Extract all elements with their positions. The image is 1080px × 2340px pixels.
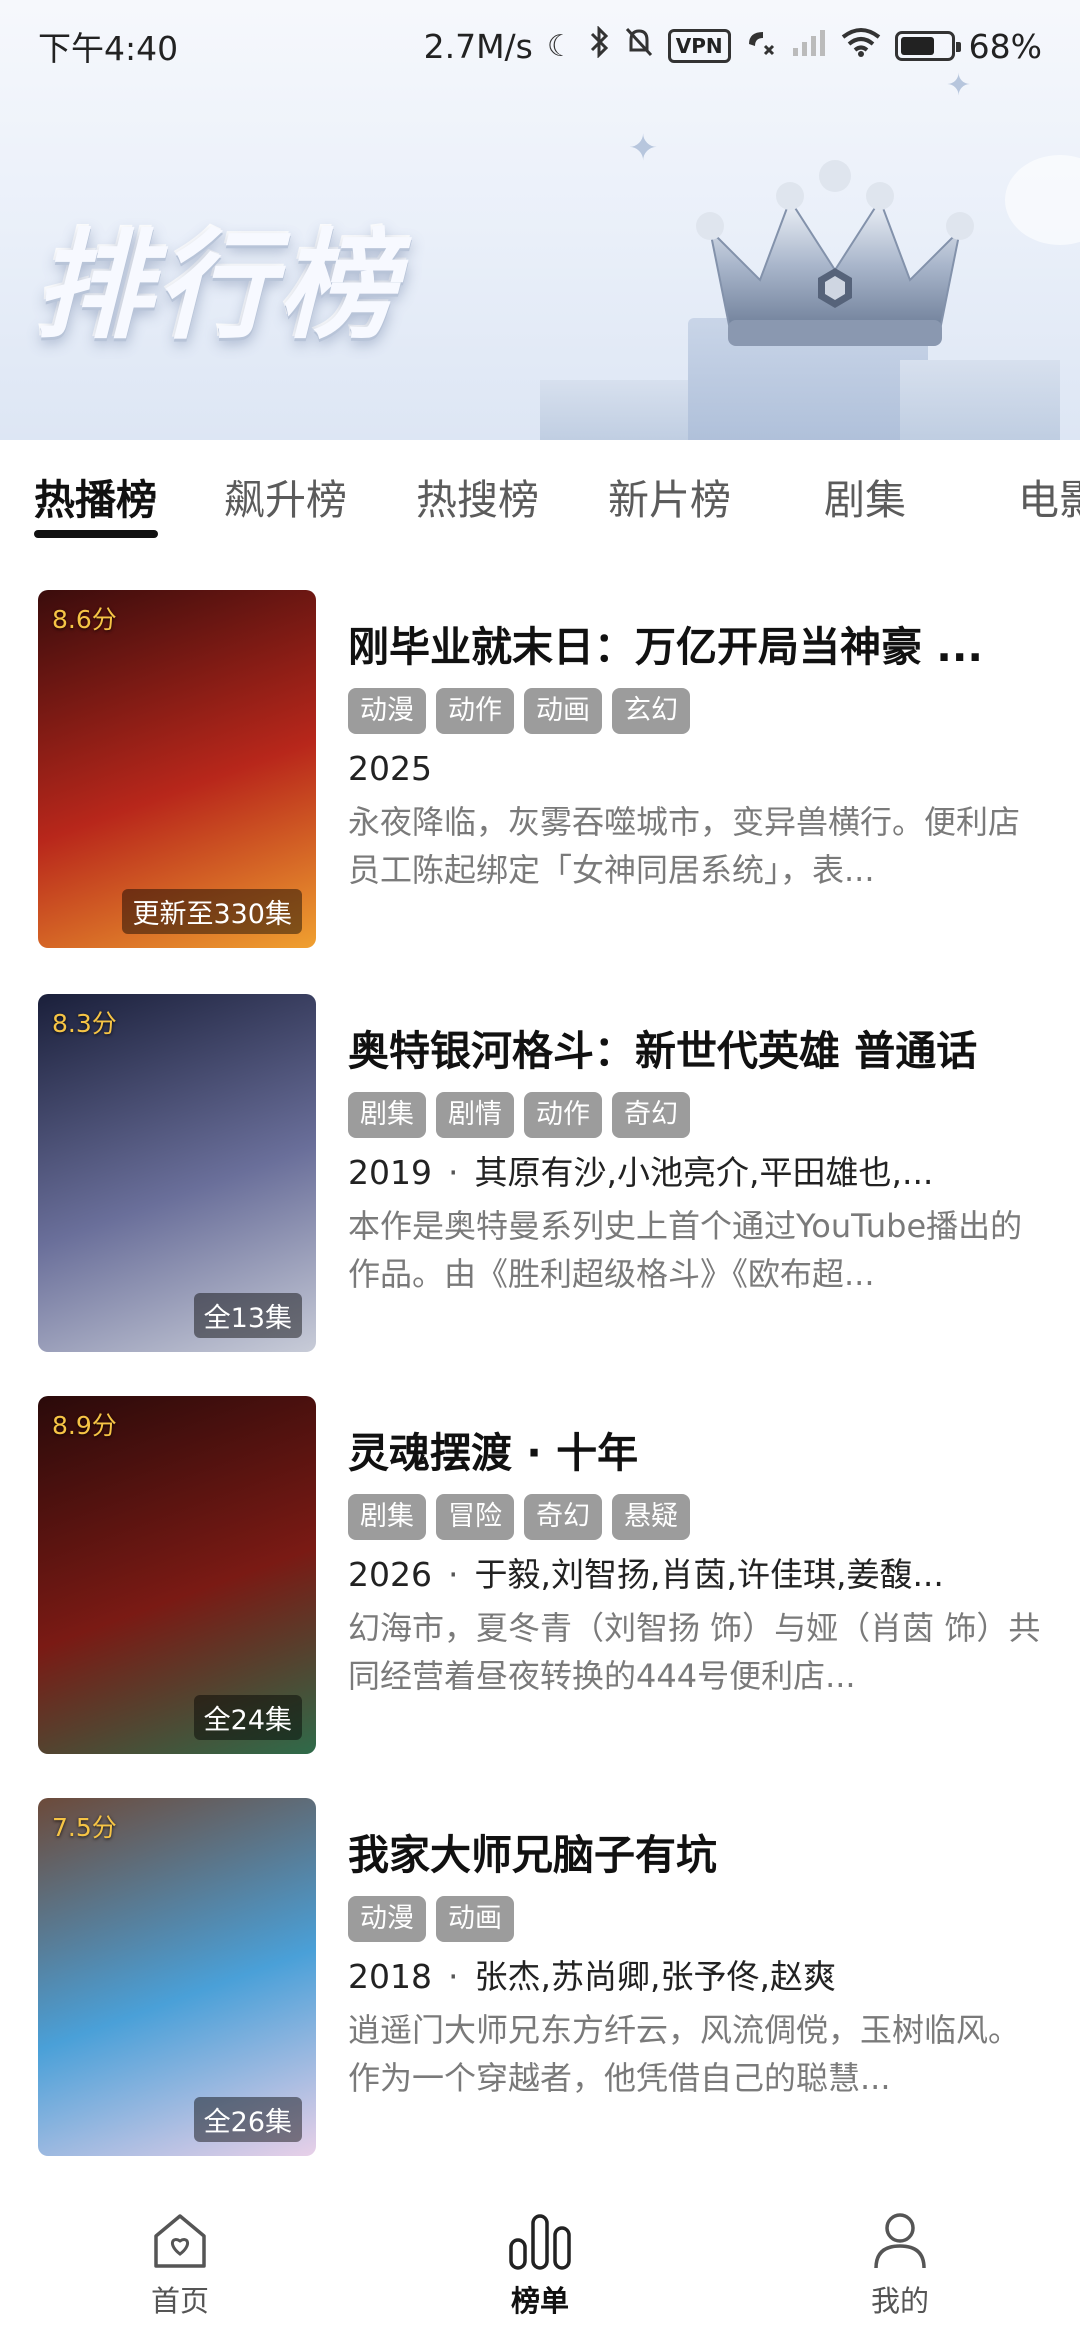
item-description: 幻海市，夏冬青（刘智扬 饰）与娅（肖茵 饰）共同经营着昼夜转换的444号便利店.… [348, 1609, 1041, 1695]
genre-tag: 剧情 [436, 1092, 514, 1138]
tag-list: 剧集 冒险 奇幻 悬疑 [348, 1494, 1048, 1540]
pedestal [900, 360, 1060, 440]
list-item[interactable]: 8.6分 更新至330集 刚毕业就末日：万亿开局当神豪 ... 动漫 动作 动画… [0, 590, 1080, 950]
genre-tag: 冒险 [436, 1494, 514, 1540]
genre-tag: 奇幻 [524, 1494, 602, 1540]
crown-icon [696, 160, 974, 346]
bottom-navigation: 首页 榜单 我的 [0, 2180, 1080, 2340]
nav-home[interactable]: 首页 [0, 2180, 360, 2340]
episode-badge: 更新至330集 [122, 889, 302, 934]
nav-profile-label: 我的 [870, 2284, 929, 2318]
list-item[interactable]: 8.3分 全13集 奥特银河格斗：新世代英雄 普通话 剧集 剧情 动作 奇幻 2… [0, 994, 1080, 1354]
episode-badge: 全13集 [193, 1293, 302, 1338]
moon-icon: ☾ [546, 28, 574, 64]
screen: ✦ ✦ 排行榜 下午4:40 2.7M/s ☾ VPN 68% 热播榜 飙升榜 … [0, 0, 1080, 2340]
poster-image[interactable]: 8.9分 全24集 [38, 1396, 316, 1754]
item-title[interactable]: 灵魂摆渡 · 十年 [348, 1424, 1048, 1482]
chart-bars-icon [509, 2214, 571, 2270]
home-icon [154, 2214, 206, 2268]
item-description: 逍遥门大师兄东方纤云，风流倜傥，玉树临风。作为一个穿越者，他凭借自己的聪慧... [348, 2011, 1021, 2097]
separator-dot: · [447, 1153, 459, 1192]
genre-tag: 剧集 [348, 1494, 426, 1540]
status-time: 下午4:40 [38, 29, 179, 68]
genre-tag: 动画 [436, 1896, 514, 1942]
item-meta: 2025 [348, 746, 1048, 792]
item-title[interactable]: 我家大师兄脑子有坑 [348, 1826, 1048, 1884]
list-item[interactable]: 7.5分 全26集 我家大师兄脑子有坑 动漫 动画 2018 · 张杰,苏尚卿,张予… [0, 1798, 1080, 2158]
rating-badge: 8.9分 [52, 1411, 117, 1440]
item-description: 永夜降临，灰雾吞噬城市，变异兽横行。便利店员工陈起绑定「女神同居系统」，表... [348, 803, 1021, 889]
genre-tag: 奇幻 [612, 1092, 690, 1138]
item-cast: 于毅,刘智扬,肖茵,许佳琪,姜馥... [474, 1555, 944, 1594]
ranking-banner: ✦ ✦ 排行榜 下午4:40 2.7M/s ☾ VPN 68% [0, 0, 1080, 440]
poster-image[interactable]: 8.3分 全13集 [38, 994, 316, 1352]
wifi-icon [841, 27, 881, 65]
tab-new-release[interactable]: 新片榜 [608, 466, 731, 526]
bluetooth-icon [588, 25, 610, 66]
item-title[interactable]: 刚毕业就末日：万亿开局当神豪 ... [348, 618, 1048, 676]
genre-tag: 动画 [524, 688, 602, 734]
rating-badge: 8.6分 [52, 605, 117, 634]
rating-badge: 8.3分 [52, 1009, 117, 1038]
tag-list: 动漫 动作 动画 玄幻 [348, 688, 1048, 734]
pedestal [540, 380, 700, 440]
tab-movie[interactable]: 电影 [1018, 466, 1080, 526]
tab-rising[interactable]: 飙升榜 [224, 466, 347, 526]
status-bar: 下午4:40 2.7M/s ☾ VPN 68% [0, 0, 1080, 92]
genre-tag: 剧集 [348, 1092, 426, 1138]
separator-dot: · [447, 1957, 459, 1996]
genre-tag: 悬疑 [612, 1494, 690, 1540]
tag-list: 剧集 剧情 动作 奇幻 [348, 1092, 1048, 1138]
item-year: 2026 [348, 1555, 432, 1594]
item-meta: 2018 · 张杰,苏尚卿,张予佟,赵爽 [348, 1954, 1048, 2000]
genre-tag: 动漫 [348, 688, 426, 734]
sparkle-icon: ✦ [628, 128, 659, 169]
call-icon [745, 26, 777, 66]
tab-hot-search[interactable]: 热搜榜 [416, 466, 539, 526]
tab-series[interactable]: 剧集 [824, 466, 906, 526]
ranking-tabs: 热播榜 飙升榜 热搜榜 新片榜 剧集 电影 [0, 440, 1080, 550]
item-year: 2019 [348, 1153, 432, 1192]
nav-home-label: 首页 [150, 2284, 209, 2318]
genre-tag: 玄幻 [612, 688, 690, 734]
person-icon [874, 2213, 926, 2269]
item-year: 2018 [348, 1957, 432, 1996]
item-cast: 其原有沙,小池亮介,平田雄也,... [474, 1153, 934, 1192]
network-speed: 2.7M/s [423, 26, 533, 66]
item-year: 2025 [348, 749, 432, 788]
decor-bubble [1005, 155, 1080, 245]
battery-icon [894, 31, 961, 61]
nav-profile[interactable]: 我的 [720, 2180, 1080, 2340]
episode-badge: 全24集 [193, 1695, 302, 1740]
nav-ranking-label: 榜单 [510, 2284, 569, 2318]
rating-badge: 7.5分 [52, 1813, 117, 1842]
poster-image[interactable]: 7.5分 全26集 [38, 1798, 316, 2156]
item-title[interactable]: 奥特银河格斗：新世代英雄 普通话 [348, 1022, 1048, 1080]
battery-percent: 68% [968, 26, 1042, 66]
tab-hot-play[interactable]: 热播榜 [34, 466, 157, 526]
banner-title: 排行榜 [34, 217, 401, 355]
vpn-badge: VPN [667, 29, 731, 63]
signal-icon [791, 28, 827, 64]
tab-active-indicator [34, 530, 158, 538]
nav-ranking[interactable]: 榜单 [360, 2180, 720, 2340]
item-meta: 2026 · 于毅,刘智扬,肖茵,许佳琪,姜馥... [348, 1552, 1048, 1598]
genre-tag: 动作 [436, 688, 514, 734]
item-description: 本作是奥特曼系列史上首个通过YouTube播出的作品。由《胜利超级格斗》《欧布超… [348, 1207, 1023, 1293]
item-meta: 2019 · 其原有沙,小池亮介,平田雄也,... [348, 1150, 1048, 1196]
poster-image[interactable]: 8.6分 更新至330集 [38, 590, 316, 948]
list-item[interactable]: 8.9分 全24集 灵魂摆渡 · 十年 剧集 冒险 奇幻 悬疑 2026 · 于毅,… [0, 1396, 1080, 1756]
item-cast: 张杰,苏尚卿,张予佟,赵爽 [474, 1957, 836, 1996]
separator-dot: · [447, 1555, 459, 1594]
genre-tag: 动作 [524, 1092, 602, 1138]
tag-list: 动漫 动画 [348, 1896, 1048, 1942]
episode-badge: 全26集 [193, 2097, 302, 2142]
genre-tag: 动漫 [348, 1896, 426, 1942]
bell-off-icon [624, 26, 654, 66]
